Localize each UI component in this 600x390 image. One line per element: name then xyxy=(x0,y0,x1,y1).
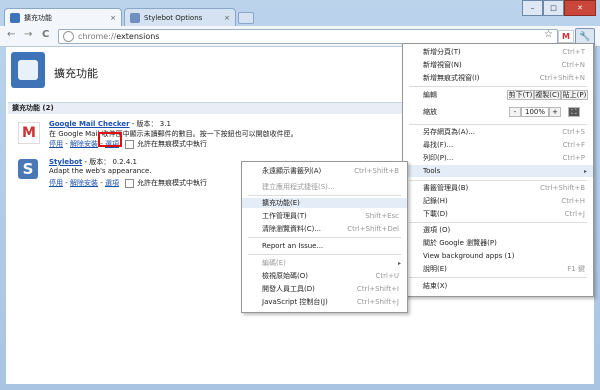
fullscreen-icon[interactable]: ⛶ xyxy=(568,107,580,117)
bookmark-star-icon[interactable]: ☆ xyxy=(544,29,553,40)
menu-item-exit[interactable]: 結束(X) xyxy=(403,281,593,291)
new-tab-button[interactable] xyxy=(238,12,254,24)
reload-button[interactable]: C xyxy=(42,29,49,40)
page-title: 擴充功能 xyxy=(54,67,98,80)
submenu-arrow-icon: ▸ xyxy=(397,259,401,267)
extension-version: - 版本： 0.2.4.1 xyxy=(82,158,137,166)
close-button[interactable]: ✕ xyxy=(564,0,596,16)
minimize-button[interactable]: – xyxy=(522,0,543,16)
gmail-icon: M xyxy=(18,122,40,144)
incognito-label: 允許在無痕模式中執行 xyxy=(136,179,207,187)
disable-link[interactable]: 停用 xyxy=(49,139,63,149)
menu-item-clear-data[interactable]: 清除瀏覽資料(C)... Ctrl+Shift+Del xyxy=(242,224,407,234)
menu-item-incognito-window[interactable]: 新增無痕式視窗(I) Ctrl+Shift+N xyxy=(403,73,593,83)
copy-button[interactable]: 複製(C) xyxy=(534,90,561,100)
menu-item-new-tab[interactable]: 新增分頁(T) Ctrl+T xyxy=(403,47,593,57)
menu-item-new-window[interactable]: 新增視窗(N) Ctrl+N xyxy=(403,60,593,70)
blurred-text xyxy=(420,6,510,16)
tab-close-icon[interactable]: × xyxy=(224,14,230,22)
incognito-label: 允許在無痕模式中執行 xyxy=(136,140,207,148)
address-bar[interactable]: chrome:// extensions xyxy=(58,29,558,44)
menu-item-encoding: 編碼(E) ▸ xyxy=(262,259,401,267)
menu-item-print[interactable]: 列印(P)... Ctrl+P xyxy=(403,153,593,163)
menu-item-history[interactable]: 記錄(H) Ctrl+H xyxy=(403,196,593,206)
menu-item-edit: 編輯 剪下(T) 複製(C) 貼上(P) xyxy=(423,90,588,100)
menu-item-bookmark-manager[interactable]: 書籤管理員(B) Ctrl+Shift+B xyxy=(403,183,593,193)
zoom-in-button[interactable]: + xyxy=(549,107,561,117)
menu-item-javascript-console[interactable]: JavaScript 控制台(J) Ctrl+Shift+J xyxy=(242,297,407,307)
paste-button[interactable]: 貼上(P) xyxy=(561,90,588,100)
submenu-arrow-icon: ▸ xyxy=(583,167,587,175)
section-header: 擴充功能 (2) xyxy=(8,102,408,114)
maximize-button[interactable]: □ xyxy=(543,0,564,16)
extension-description: 在 Google Mail 收件匣中顯示未讀郵件的數目。按一下按鈕也可以開啟收件… xyxy=(49,130,298,138)
uninstall-link[interactable]: 解除安裝 xyxy=(70,178,98,188)
tab-label: Stylebot Options xyxy=(144,13,203,22)
menu-item-task-manager[interactable]: 工作管理員(T) Shift+Esc xyxy=(242,211,407,221)
extension-actions: 停用 - 解除安裝 - 選項 允許在無痕模式中執行 xyxy=(49,178,207,188)
wrench-menu: 新增分頁(T) Ctrl+T 新增視窗(N) Ctrl+N 新增無痕式視窗(I) Ct… xyxy=(402,43,594,297)
menu-item-downloads[interactable]: 下載(D) Ctrl+J xyxy=(403,209,593,219)
menu-item-background-apps[interactable]: View background apps (1) xyxy=(403,251,593,261)
disable-link[interactable]: 停用 xyxy=(49,178,63,188)
window-controls: – □ ✕ xyxy=(522,0,596,16)
menu-item-create-shortcut: 建立應用程式捷徑(S)... xyxy=(262,183,335,191)
gmail-checker-button[interactable]: M xyxy=(558,30,574,43)
extension-name-link[interactable]: Google Mail Checker xyxy=(49,120,130,128)
extension-description: Adapt the web's appearance. xyxy=(49,167,152,175)
extensions-puzzle-icon xyxy=(11,52,45,88)
extension-version: - 版本： 3.1 xyxy=(129,120,171,128)
uninstall-link[interactable]: 解除安裝 xyxy=(70,139,98,149)
extension-actions: 停用 - 解除安裝 - 選項 允許在無痕模式中執行 xyxy=(49,139,207,149)
menu-item-zoom: 縮放 - 100% + ⛶ xyxy=(403,107,593,117)
extension-name-row: Google Mail Checker - 版本： 3.1 xyxy=(49,119,171,129)
tab-stylebot-options[interactable]: Stylebot Options × xyxy=(124,8,236,26)
menu-item-view-source[interactable]: 檢視原始碼(O) Ctrl+U xyxy=(242,271,407,281)
tab-extensions[interactable]: 擴充功能 × xyxy=(4,8,122,26)
highlight-box xyxy=(98,132,122,147)
url-scheme: chrome:// xyxy=(78,32,117,41)
incognito-checkbox[interactable] xyxy=(124,178,134,188)
zoom-out-button[interactable]: - xyxy=(509,107,521,117)
menu-item-report-issue[interactable]: Report an Issue... xyxy=(242,241,407,251)
menu-item-find[interactable]: 尋找(F)... Ctrl+F xyxy=(403,140,593,150)
incognito-checkbox[interactable] xyxy=(124,139,134,149)
menu-item-options[interactable]: 選項 (O) xyxy=(403,225,593,235)
browser-window: 擴充功能 × Stylebot Options × – □ ✕ ← → C ch… xyxy=(0,0,600,390)
menu-item-about[interactable]: 關於 Google 瀏覽器(P) xyxy=(403,238,593,248)
extension-name-row: Stylebot - 版本： 0.2.4.1 xyxy=(49,157,137,167)
page-icon xyxy=(63,31,74,42)
stylebot-icon: S xyxy=(18,159,38,179)
options-link[interactable]: 選項 xyxy=(105,178,119,188)
puzzle-icon xyxy=(10,12,20,23)
back-button[interactable]: ← xyxy=(7,29,15,40)
tab-close-icon[interactable]: × xyxy=(110,14,116,22)
zoom-level: 100% xyxy=(521,107,549,117)
menu-item-extensions[interactable]: 擴充功能(E) xyxy=(242,198,407,208)
forward-button[interactable]: → xyxy=(24,29,32,40)
menu-item-help[interactable]: 說明(E) F1 鍵 xyxy=(403,264,593,274)
extension-name-link[interactable]: Stylebot xyxy=(49,158,82,166)
menu-item-save-page[interactable]: 另存網頁為(A)... Ctrl+S xyxy=(403,127,593,137)
stylebot-icon xyxy=(130,12,140,23)
tab-strip: 擴充功能 × Stylebot Options × – □ ✕ xyxy=(0,0,600,26)
menu-item-show-bookmarks-bar[interactable]: 永遠顯示書籤列(A) Ctrl+Shift+B xyxy=(242,166,407,176)
menu-item-developer-tools[interactable]: 開發人員工具(D) Ctrl+Shift+I xyxy=(242,284,407,294)
tools-submenu: 永遠顯示書籤列(A) Ctrl+Shift+B 建立應用程式捷徑(S)... 擴充… xyxy=(241,161,408,313)
url-path: extensions xyxy=(116,32,160,41)
menu-item-tools[interactable]: Tools ▸ xyxy=(403,165,593,177)
cut-button[interactable]: 剪下(T) xyxy=(507,90,534,100)
tab-label: 擴充功能 xyxy=(24,13,52,22)
